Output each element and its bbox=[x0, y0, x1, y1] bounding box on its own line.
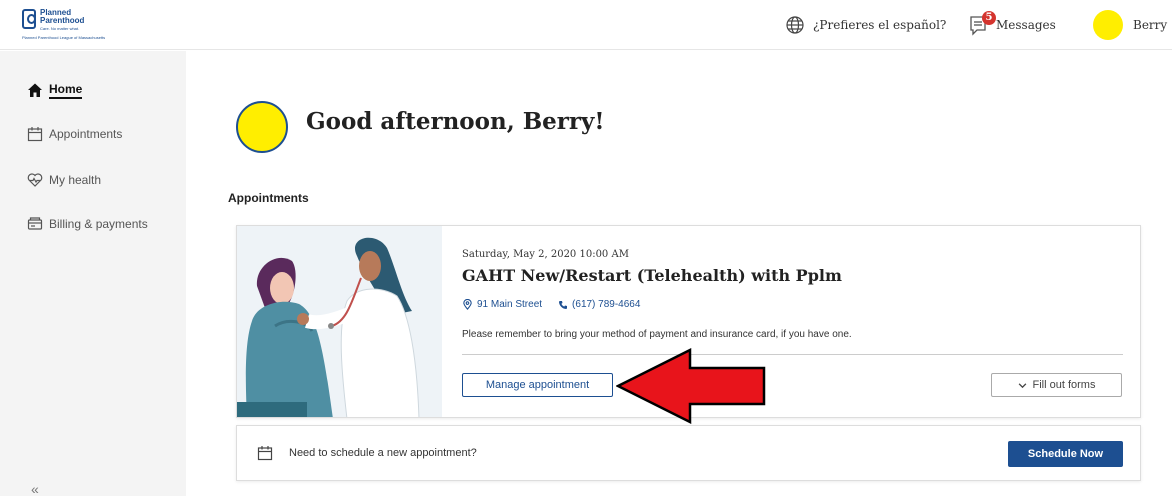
messages-link[interactable]: 5 Messages bbox=[968, 10, 1056, 40]
annotation-arrow-icon bbox=[616, 348, 766, 424]
logo-p-mark-icon bbox=[22, 9, 36, 29]
logo-affiliate: Planned Parenthood League of Massachuset… bbox=[22, 35, 106, 40]
page-title: Good afternoon, Berry! bbox=[306, 108, 605, 135]
heart-pulse-icon bbox=[27, 173, 43, 187]
sidebar-item-label: Appointments bbox=[49, 127, 123, 141]
sidebar-item-label: Home bbox=[49, 82, 83, 99]
sidebar-item-home[interactable]: Home bbox=[27, 79, 83, 101]
appointment-datetime: Saturday, May 2, 2020 10:00 AM bbox=[462, 249, 629, 260]
appointment-contact: 91 Main Street (617) 789-4664 bbox=[462, 299, 640, 310]
top-header: Planned Parenthood Care. No matter what.… bbox=[0, 0, 1172, 50]
sidebar-item-my-health[interactable]: My health bbox=[27, 169, 101, 191]
messages-count-badge: 5 bbox=[982, 11, 996, 25]
chevron-down-icon bbox=[1018, 382, 1026, 388]
schedule-prompt: Need to schedule a new appointment? bbox=[289, 447, 477, 459]
schedule-now-button[interactable]: Schedule Now bbox=[1008, 441, 1123, 467]
greeting-avatar bbox=[236, 101, 288, 153]
logo-tagline: Care. No matter what. bbox=[40, 26, 80, 31]
user-avatar bbox=[1093, 10, 1123, 40]
schedule-appointment-card: Need to schedule a new appointment? Sche… bbox=[236, 425, 1141, 481]
home-icon bbox=[28, 83, 42, 97]
language-switch-link[interactable]: ¿Prefieres el español? bbox=[785, 15, 946, 35]
billing-icon bbox=[27, 217, 43, 230]
location-pin-icon bbox=[463, 299, 472, 310]
appointment-address-link[interactable]: 91 Main Street bbox=[477, 299, 542, 310]
card-divider bbox=[462, 354, 1123, 355]
logo-line2: Parenthood bbox=[40, 16, 85, 25]
globe-icon bbox=[786, 16, 804, 34]
sidebar-item-label: My health bbox=[49, 173, 102, 187]
sidebar-item-billing[interactable]: Billing & payments bbox=[27, 213, 148, 235]
message-icon: 5 bbox=[968, 11, 996, 37]
appointment-phone-link[interactable]: (617) 789-4664 bbox=[572, 299, 640, 310]
user-menu[interactable]: Berry bbox=[1093, 10, 1172, 40]
planned-parenthood-logo[interactable]: Planned Parenthood Care. No matter what.… bbox=[22, 9, 132, 41]
calendar-icon bbox=[257, 446, 273, 461]
messages-label: Messages bbox=[996, 18, 1056, 32]
appointments-section-title: Appointments bbox=[228, 191, 309, 205]
language-link-label: ¿Prefieres el español? bbox=[813, 18, 947, 32]
sidebar: Home Appointments My health Billing & pa… bbox=[0, 51, 186, 496]
sidebar-item-appointments[interactable]: Appointments bbox=[27, 123, 122, 145]
fill-out-forms-button[interactable]: Fill out forms bbox=[991, 373, 1122, 397]
user-name: Berry bbox=[1133, 18, 1168, 32]
doctor-patient-illustration bbox=[237, 226, 442, 417]
manage-appointment-button[interactable]: Manage appointment bbox=[462, 373, 613, 397]
phone-icon bbox=[559, 300, 568, 309]
appointment-reminder-note: Please remember to bring your method of … bbox=[462, 329, 852, 340]
sidebar-item-label: Billing & payments bbox=[49, 217, 148, 231]
appointment-title: GAHT New/Restart (Telehealth) with Pplm bbox=[462, 266, 842, 285]
calendar-icon bbox=[27, 127, 43, 142]
fill-out-forms-label: Fill out forms bbox=[1032, 379, 1096, 391]
sidebar-collapse-button[interactable]: « bbox=[31, 481, 39, 496]
